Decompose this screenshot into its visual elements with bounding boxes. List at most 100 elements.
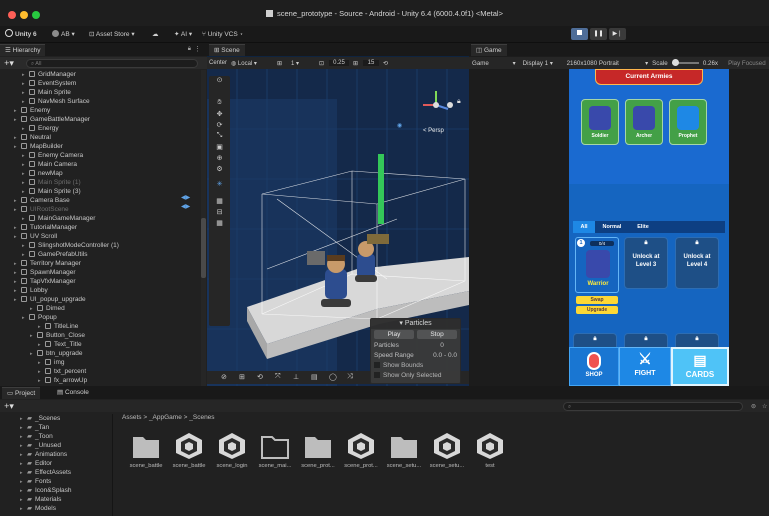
- ai-button[interactable]: ✦ AI ▾: [174, 29, 192, 40]
- hierarchy-item[interactable]: ▸ UI_popup_upgrade: [0, 295, 86, 304]
- asset-item[interactable]: test: [469, 432, 511, 469]
- scale-slider-knob[interactable]: [671, 59, 679, 66]
- hierarchy-item[interactable]: ▸ Enemy: [0, 106, 50, 115]
- asset-item[interactable]: scene_setu...: [426, 432, 468, 469]
- hierarchy-item[interactable]: ▸ MainGameManager: [0, 214, 95, 223]
- grid-snap-icon[interactable]: ⊞: [277, 60, 291, 67]
- scale-view-icon[interactable]: ⤧: [275, 373, 281, 381]
- hierarchy-item[interactable]: ▸ Lobby: [0, 286, 48, 295]
- asset-item[interactable]: scene_prot...: [297, 432, 339, 469]
- tab-game[interactable]: ◫ Game: [471, 44, 507, 56]
- overlay-icon[interactable]: ⊘: [221, 373, 227, 381]
- folder-tree-item[interactable]: ▸ ▰ Materials: [0, 495, 61, 504]
- hierarchy-item[interactable]: ▸ Main Sprite: [0, 88, 71, 97]
- show-only-selected-checkbox[interactable]: [374, 372, 380, 378]
- tab-project[interactable]: ▭ Project: [2, 387, 41, 399]
- move-tool-icon[interactable]: ✥: [209, 110, 230, 121]
- hierarchy-item[interactable]: ▸ btn_upgrade: [0, 349, 83, 358]
- asset-store-button[interactable]: ⊡ Asset Store ▾: [89, 29, 135, 40]
- hierarchy-item[interactable]: ▸ newMap: [0, 169, 63, 178]
- scene-lock-icon[interactable]: 🔒︎: [457, 98, 461, 106]
- rotate-view-icon[interactable]: ⟲: [257, 373, 263, 381]
- hierarchy-item[interactable]: ▸ Territory Manager: [0, 259, 81, 268]
- hierarchy-item[interactable]: ▸ Main Sprite (3): [0, 187, 81, 196]
- pause-button[interactable]: ❚❚: [590, 28, 607, 40]
- hierarchy-item[interactable]: ▸ TutorialManager: [0, 223, 77, 232]
- hand-tool-icon[interactable]: ✋︎: [209, 99, 230, 110]
- pivot-dropdown[interactable]: Center: [207, 60, 229, 66]
- hierarchy-search-input[interactable]: ⌕ All: [26, 58, 198, 68]
- tab-hierarchy[interactable]: ☰ Hierarchy: [0, 44, 46, 56]
- game-mode-dropdown[interactable]: Game ▾: [469, 60, 520, 67]
- hierarchy-item[interactable]: ▸ txt_percent: [0, 367, 86, 376]
- grid-tool-icon[interactable]: ▦: [209, 197, 230, 208]
- hierarchy-item[interactable]: ▸ TitleLine: [0, 322, 78, 331]
- display-dropdown[interactable]: Display 1 ▾: [520, 60, 563, 67]
- hierarchy-item[interactable]: ▸ EventSystem: [0, 79, 76, 88]
- orbit-icon[interactable]: ◯: [329, 373, 337, 381]
- asset-item[interactable]: scene_setu...: [383, 432, 425, 469]
- folder-tree-item[interactable]: ▸ ▰ _Tan: [0, 423, 49, 432]
- projection-label[interactable]: < Persp: [423, 128, 444, 134]
- custom-tool-icon[interactable]: ⚙: [209, 165, 230, 176]
- hierarchy-item[interactable]: ▸ MapBuilder: [0, 142, 63, 151]
- breadcrumb-appgame[interactable]: _AppGame: [149, 414, 182, 421]
- star-icon[interactable]: ☆: [762, 403, 767, 410]
- tab-normal[interactable]: Normal: [595, 221, 629, 233]
- view-tool-icon[interactable]: ⊙: [209, 76, 230, 87]
- unity-menu-button[interactable]: Unity 6: [5, 29, 37, 40]
- hierarchy-item[interactable]: ▸ Energy: [0, 124, 59, 133]
- cloud-icon[interactable]: ☁: [152, 29, 159, 40]
- scrollbar-thumb[interactable]: [201, 218, 206, 278]
- scale-tool-icon[interactable]: ⤡: [209, 132, 230, 143]
- folder-tree-item[interactable]: ▸ ▰ Animations: [0, 450, 67, 459]
- create-asset-icon[interactable]: +▾: [0, 401, 18, 412]
- scale-slider[interactable]: [671, 59, 699, 66]
- expand-arrow-icon[interactable]: ▸: [20, 505, 27, 514]
- hierarchy-item[interactable]: ▸ UV Scroll: [0, 232, 57, 241]
- hierarchy-item[interactable]: ▸ TapVfxManager: [0, 277, 76, 286]
- snap-tool-icon[interactable]: ⊟: [209, 208, 230, 219]
- grid-view-icon[interactable]: ▦: [209, 219, 230, 230]
- folder-tree-item[interactable]: ▸ ▰ Icon&Splash: [0, 486, 72, 495]
- tab-elite[interactable]: Elite: [629, 221, 657, 233]
- align-icon[interactable]: ⊥: [293, 373, 299, 381]
- visibility-icon[interactable]: ◀▶: [181, 203, 190, 210]
- hierarchy-item[interactable]: ▸ GameBattleManager: [0, 115, 90, 124]
- show-bounds-row[interactable]: Show Bounds: [371, 360, 460, 370]
- asset-item[interactable]: scene_battle: [125, 432, 167, 469]
- cards-nav-button[interactable]: ▤ CARDS: [671, 347, 729, 386]
- play-focused-dropdown[interactable]: Play Focused: [728, 60, 769, 67]
- upgrade-button[interactable]: Upgrade: [576, 306, 618, 314]
- particle-tool-icon[interactable]: ✳: [209, 180, 230, 191]
- breadcrumb-assets[interactable]: Assets: [122, 414, 142, 421]
- folder-tree-item[interactable]: ▸ ▰ _Scenes: [0, 414, 60, 423]
- folder-tree-item[interactable]: ▸ ▰ Editor: [0, 459, 52, 468]
- hierarchy-item[interactable]: ▸ Main Camera: [0, 160, 77, 169]
- swap-button[interactable]: Swap: [576, 296, 618, 304]
- tab-all[interactable]: All: [573, 221, 595, 233]
- locked-card-3[interactable]: 🔒︎ Unlock at Level 3: [624, 237, 668, 289]
- more-options-icon[interactable]: ⋮: [194, 45, 201, 53]
- fight-nav-button[interactable]: ⚔ FIGHT: [619, 347, 671, 386]
- show-only-selected-row[interactable]: Show Only Selected: [371, 370, 460, 380]
- hierarchy-item[interactable]: ▸ img: [0, 358, 64, 367]
- add-icon[interactable]: +▾: [0, 58, 18, 69]
- resolution-dropdown[interactable]: 2160x1080 Portrait ▾: [563, 60, 653, 67]
- army-slot-prophet[interactable]: Prophet: [669, 99, 707, 145]
- asset-item[interactable]: scene_prot...: [340, 432, 382, 469]
- tab-scene[interactable]: ⊞ Scene: [209, 44, 245, 56]
- play-button[interactable]: [571, 28, 588, 40]
- rotate-tool-icon[interactable]: ⟳: [209, 121, 230, 132]
- asset-item[interactable]: scene_battle: [168, 432, 210, 469]
- hierarchy-item[interactable]: ▸ NavMesh Surface: [0, 97, 90, 106]
- folder-tree-item[interactable]: ▸ ▰ _Toon: [0, 432, 53, 441]
- increment-value-field[interactable]: 15: [363, 60, 379, 66]
- hierarchy-item[interactable]: ▸ fx_arrowUp: [0, 376, 87, 385]
- hierarchy-item[interactable]: ▸ GridManager: [0, 70, 76, 79]
- tab-console[interactable]: ▤ Console: [52, 387, 94, 399]
- hierarchy-item[interactable]: ▸ Neutral: [0, 133, 51, 142]
- hierarchy-item[interactable]: ▸ SlingshotModeController (1): [0, 241, 119, 250]
- expand-arrow-icon[interactable]: ▸: [38, 377, 45, 386]
- asset-item[interactable]: scene_login: [211, 432, 253, 469]
